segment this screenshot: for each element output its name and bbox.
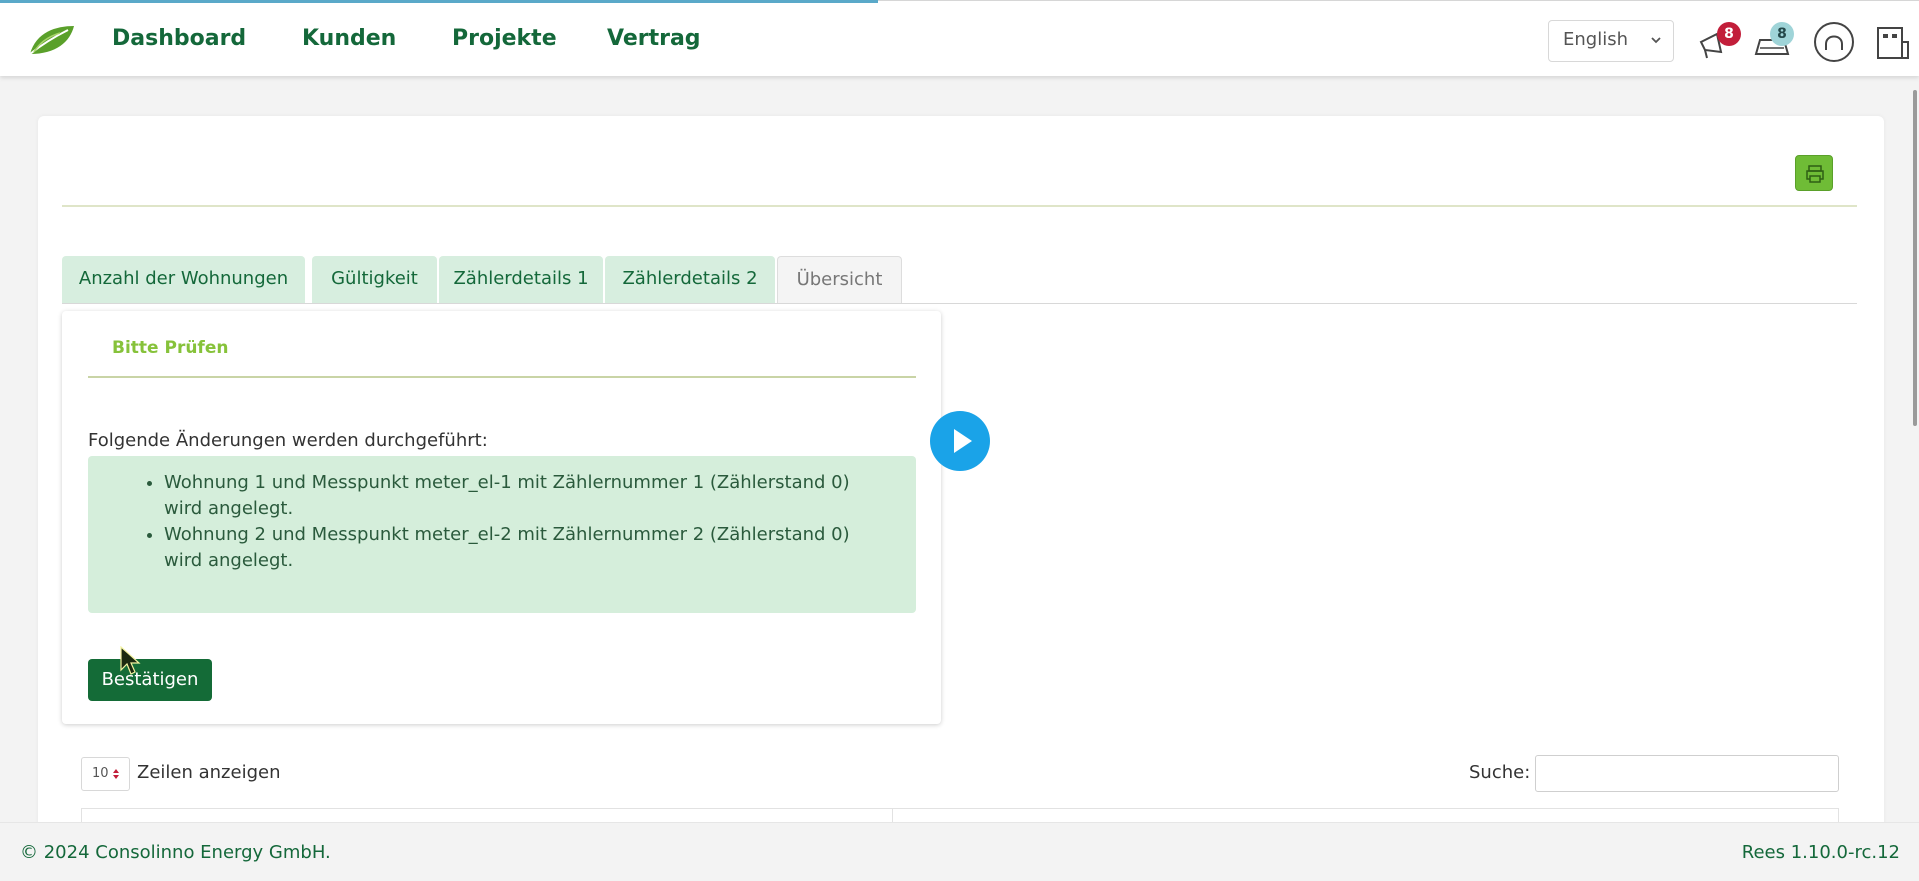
vertical-scrollbar[interactable] (1913, 90, 1917, 426)
tab-anzahl-der-wohnungen[interactable]: Anzahl der Wohnungen (62, 256, 305, 304)
building-icon (1877, 27, 1909, 59)
top-navbar: Dashboard Kunden Projekte Vertrag Englis… (0, 0, 1919, 76)
user-support-icon (1814, 22, 1854, 62)
tab-gueltigkeit[interactable]: Gültigkeit (312, 256, 437, 304)
page-length-label: Zeilen anzeigen (137, 762, 281, 783)
sort-arrows-icon (113, 769, 119, 779)
changes-intro: Folgende Änderungen werden durchgeführt: (88, 430, 488, 451)
loading-progress-track (878, 0, 1919, 1)
panel-heading-divider (88, 376, 916, 378)
tab-zaehlerdetails-1[interactable]: Zählerdetails 1 (439, 256, 603, 304)
language-select-value: English (1563, 29, 1628, 50)
list-item: Wohnung 1 und Messpunkt meter_el-1 mit Z… (164, 470, 876, 522)
play-button[interactable] (930, 411, 990, 471)
nav-dashboard[interactable]: Dashboard (112, 26, 246, 51)
play-icon (954, 429, 972, 453)
page-length-value: 10 (92, 766, 109, 781)
leaf-logo-icon[interactable] (26, 24, 76, 56)
message-count-badge: 8 (1770, 22, 1794, 46)
footer-copyright: © 2024 Consolinno Energy GmbH. (20, 842, 331, 863)
building-button[interactable] (1870, 20, 1914, 64)
language-select[interactable]: English (1548, 20, 1674, 62)
footer-version: Rees 1.10.0-rc.12 (1741, 842, 1900, 863)
changes-list: Wohnung 1 und Messpunkt meter_el-1 mit Z… (88, 456, 916, 613)
list-item: Wohnung 2 und Messpunkt meter_el-2 mit Z… (164, 522, 876, 574)
nav-projekte[interactable]: Projekte (452, 26, 557, 51)
print-button[interactable] (1795, 155, 1833, 191)
card-header-divider (62, 205, 1857, 207)
print-icon (1806, 165, 1824, 183)
tab-zaehlerdetails-2[interactable]: Zählerdetails 2 (605, 256, 775, 304)
table-column-divider (892, 808, 893, 822)
mouse-cursor-icon (120, 646, 141, 675)
page-length-select[interactable]: 10 (81, 757, 130, 791)
notifications-button[interactable]: 8 (1693, 20, 1741, 64)
account-button[interactable] (1812, 20, 1856, 64)
notification-count-badge: 8 (1717, 22, 1741, 46)
panel-heading: Bitte Prüfen (112, 338, 229, 358)
tab-uebersicht[interactable]: Übersicht (777, 256, 902, 304)
confirm-button[interactable]: Bestätigen (88, 659, 212, 701)
search-label: Suche: (1469, 762, 1531, 783)
table-header (81, 808, 1839, 822)
loading-progress-bar (0, 0, 878, 3)
nav-vertrag[interactable]: Vertrag (607, 26, 701, 51)
search-input[interactable] (1535, 755, 1839, 792)
nav-kunden[interactable]: Kunden (302, 26, 396, 51)
messages-button[interactable]: 8 (1750, 20, 1794, 64)
tabs-baseline (62, 303, 1857, 304)
chevron-down-icon (1651, 37, 1661, 44)
